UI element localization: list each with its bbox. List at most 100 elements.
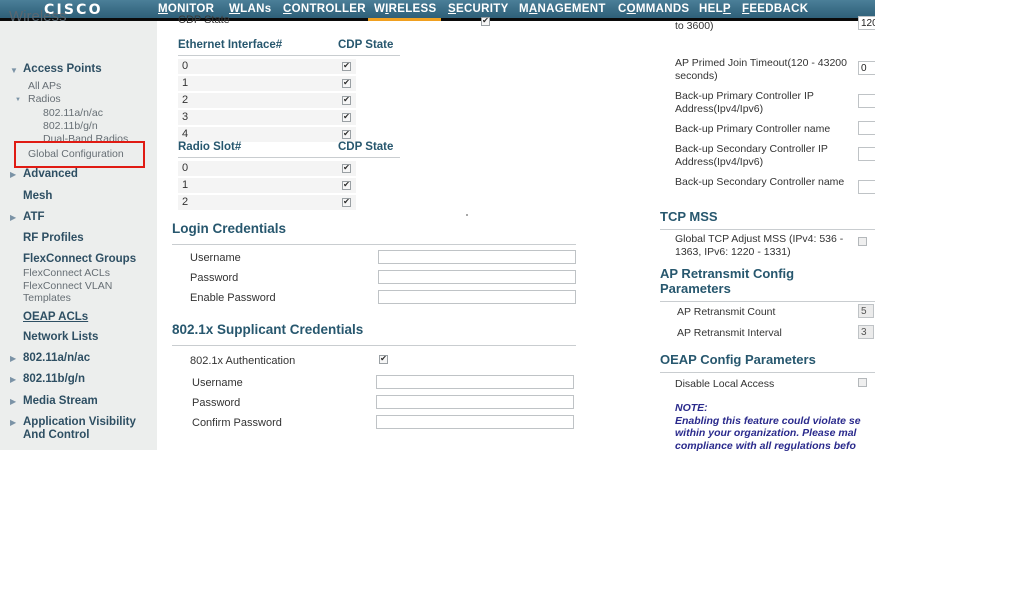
ethernet-interface-cdp-checkbox[interactable] — [342, 113, 351, 122]
login-credential-password-input[interactable] — [378, 270, 576, 284]
nav-item-feedback[interactable]: FEEDBACK — [742, 3, 808, 15]
sidebar-item-dual-band-radios[interactable]: Dual-Band Radios — [0, 133, 157, 148]
wlc-global-configuration-page: CISCO MONITOR WLANs CONTROLLER WIRELESS … — [0, 0, 1024, 605]
nav-item-wireless[interactable]: WIRELESS — [374, 3, 436, 15]
clipped-cdp-state-label: CDP State — [178, 14, 230, 26]
ap-retransmit-value[interactable]: 5 — [858, 304, 874, 318]
sidebar-item-label: 802.11b/g/n — [23, 373, 86, 385]
oeap-config-heading: OEAP Config Parameters — [660, 352, 816, 367]
sidebar-item-media-stream[interactable]: ▶ Media Stream — [0, 395, 157, 410]
chevron-right-icon: ▶ — [10, 213, 17, 222]
sidebar-item-label: 802.11a/n/ac — [43, 107, 103, 119]
sidebar-item-802-11a-n-ac[interactable]: ▶ 802.11a/n/ac — [0, 352, 157, 367]
supplicant-credential-username-input[interactable] — [376, 375, 574, 389]
nav-item-security[interactable]: SECURITY — [448, 3, 509, 15]
radio-slot-id: 1 — [182, 179, 189, 191]
ethernet-table-rule — [178, 55, 400, 56]
ethernet-interface-id: 2 — [182, 94, 189, 106]
ap-retransmit-heading: AP Retransmit Config Parameters — [660, 266, 860, 296]
sidebar-item-radios[interactable]: ▼ Radios — [0, 93, 157, 108]
radio-slot-cdp-checkbox[interactable] — [342, 198, 351, 207]
table-row — [178, 178, 356, 193]
radio-slot-cdp-checkbox[interactable] — [342, 164, 351, 173]
sidebar-item-rf-profiles[interactable]: RF Profiles — [0, 232, 157, 247]
radio-slot-column-header: Radio Slot# — [178, 141, 242, 153]
sidebar-item-label: Mesh — [23, 190, 53, 202]
dot1x-authentication-label: 802.1x Authentication — [190, 355, 296, 367]
chevron-down-icon: ▼ — [15, 97, 21, 103]
sidebar-title: Wireless — [9, 8, 67, 25]
ethernet-interface-cdp-checkbox[interactable] — [342, 62, 351, 71]
ethernet-interface-cdp-checkbox[interactable] — [342, 96, 351, 105]
ethernet-interface-id: 0 — [182, 60, 189, 72]
login-credential-enable-password-input[interactable] — [378, 290, 576, 304]
tcp-mss-heading: TCP MSS — [660, 209, 718, 224]
clipped-join-timeout-label: to 3600) — [675, 20, 714, 32]
sidebar-item-mesh[interactable]: Mesh — [0, 190, 157, 205]
supplicant-credentials-rule — [172, 345, 576, 346]
ethernet-interface-id: 4 — [182, 128, 189, 140]
nav-item-management[interactable]: MANAGEMENT — [519, 3, 606, 15]
ap-retransmit-heading-line1: AP Retransmit Config — [660, 266, 795, 281]
nav-item-commands[interactable]: COMMANDS — [618, 3, 689, 15]
ap-retransmit-label: AP Retransmit Count — [677, 306, 776, 318]
sidebar-item-network-lists[interactable]: Network Lists — [0, 331, 157, 346]
supplicant-credential-password-input[interactable] — [376, 395, 574, 409]
sidebar-item-global-configuration[interactable]: Global Configuration — [0, 148, 157, 163]
nav-item-help[interactable]: HELP — [699, 3, 731, 15]
ethernet-interface-cdp-checkbox[interactable] — [342, 79, 351, 88]
sidebar-item-label: 802.11a/n/ac — [23, 352, 91, 364]
login-credential-username-input[interactable] — [378, 250, 576, 264]
ap-retransmit-rule — [660, 301, 875, 302]
sidebar-item-oeap-acls[interactable]: OEAP ACLs — [0, 311, 157, 326]
sidebar-item-access-points[interactable]: ▼ Access Points — [0, 63, 157, 78]
radio-slot-cdp-checkbox[interactable] — [342, 181, 351, 190]
right-param-label: AP Primed Join Timeout(120 - 43200 secon… — [675, 57, 847, 82]
chevron-right-icon: ▶ — [10, 375, 17, 384]
radio-slot-id: 0 — [182, 162, 189, 174]
sidebar-item-flexconnect-groups[interactable]: FlexConnect Groups — [0, 253, 157, 268]
global-tcp-adjust-mss-checkbox[interactable] — [858, 237, 867, 246]
table-row — [178, 76, 356, 91]
ap-retransmit-value[interactable]: 3 — [858, 325, 874, 339]
sidebar-item-label: ATF — [23, 211, 45, 223]
supplicant-credential-confirm-password-input[interactable] — [376, 415, 574, 429]
ap-retransmit-label: AP Retransmit Interval — [677, 327, 782, 339]
disable-local-access-checkbox[interactable] — [858, 378, 867, 387]
chevron-down-icon: ▼ — [10, 66, 18, 75]
radio-table-rule — [178, 157, 400, 158]
note-title: NOTE: — [675, 402, 708, 414]
sidebar-item-label: Global Configuration — [28, 148, 124, 160]
dot1x-authentication-checkbox[interactable] — [379, 355, 388, 364]
nav-item-wlans[interactable]: WLANs — [229, 3, 271, 15]
sidebar-item-and-control[interactable]: And Control — [0, 429, 157, 444]
sidebar-item-advanced[interactable]: ▶ Advanced — [0, 168, 157, 183]
ethernet-interface-cdp-checkbox[interactable] — [342, 130, 351, 139]
right-param-label: Back-up Secondary Controller IP Address(… — [675, 143, 828, 168]
ethernet-cdp-state-column-header: CDP State — [338, 39, 394, 51]
sidebar-item-label: Advanced — [23, 168, 78, 180]
note-line-3: compliance with all regulations befo — [675, 439, 856, 452]
sidebar-item-label: 802.11b/g/n — [43, 120, 98, 132]
nav-item-controller[interactable]: CONTROLLER — [283, 3, 366, 15]
sidebar-item-label: Network Lists — [23, 331, 99, 343]
sidebar-item-802-11b-g-n[interactable]: ▶ 802.11b/g/n — [0, 373, 157, 388]
login-credentials-rule — [172, 244, 576, 245]
chevron-right-icon: ▶ — [10, 418, 17, 427]
sidebar-item-label: Radios — [28, 93, 61, 105]
table-row — [178, 93, 356, 108]
login-credentials-heading: Login Credentials — [172, 221, 287, 236]
login-credential-label: Enable Password — [190, 292, 276, 304]
supplicant-credentials-heading: 802.1x Supplicant Credentials — [172, 322, 364, 337]
sidebar-item-label: OEAP ACLs — [23, 311, 89, 323]
login-credential-label: Password — [190, 272, 239, 284]
clipped-cdp-state-checkbox[interactable] — [481, 17, 490, 26]
sidebar-item-templates[interactable]: Templates — [0, 292, 157, 307]
table-row — [178, 161, 356, 176]
ethernet-interface-id: 1 — [182, 77, 189, 89]
sidebar-item-atf[interactable]: ▶ ATF — [0, 211, 157, 226]
decorative-dot-right — [791, 449, 793, 451]
supplicant-credential-label: Password — [192, 397, 241, 409]
ethernet-interface-id: 3 — [182, 111, 189, 123]
right-param-label: Back-up Primary Controller IP Address(Ip… — [675, 90, 814, 115]
